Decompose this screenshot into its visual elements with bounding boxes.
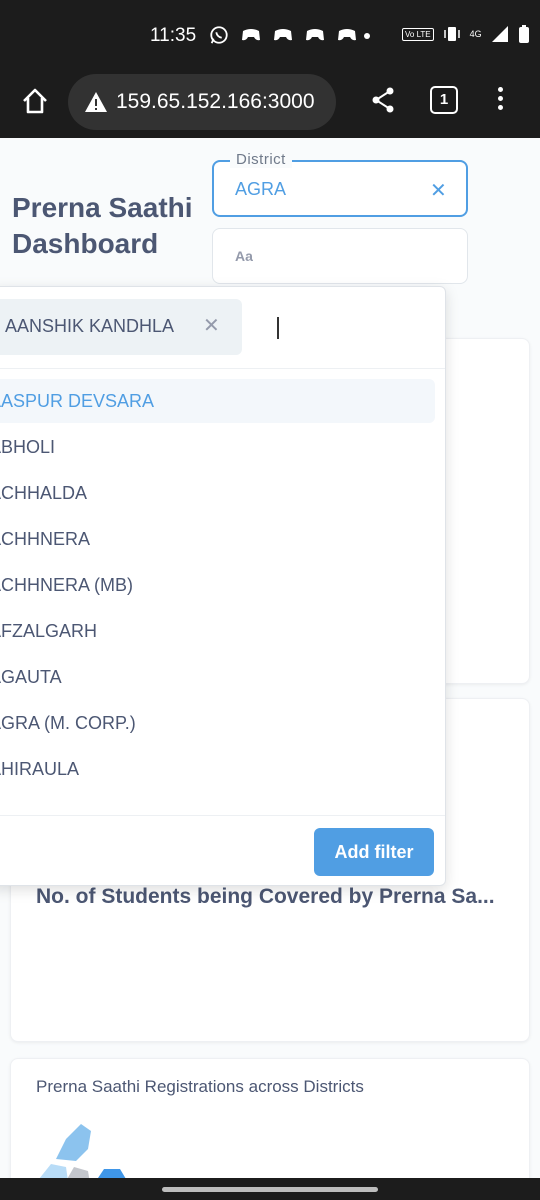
system-icons: Vo LTE 4G xyxy=(402,24,530,44)
vibrate-icon xyxy=(443,27,460,41)
selected-value-chip: AANSHIK KANDHLA ✕ xyxy=(0,299,242,355)
district-filter[interactable]: District AGRA ✕ xyxy=(212,151,468,217)
dashboard-page: Prerna Saathi Dashboard District AGRA ✕ … xyxy=(0,138,540,1178)
volte-icon: Vo LTE xyxy=(402,27,434,41)
option-item[interactable]: AFZALGARH xyxy=(0,609,435,653)
signal-icon xyxy=(491,26,508,42)
option-item[interactable]: AASPUR DEVSARA xyxy=(0,379,435,423)
game-controller-icon xyxy=(306,29,324,41)
district-filter-label: District xyxy=(230,151,292,168)
selected-chip-label: AANSHIK KANDHLA xyxy=(5,316,175,336)
dashboard-card: Prerna Saathi Registrations across Distr… xyxy=(10,1058,530,1178)
game-controller-icon xyxy=(242,29,260,41)
status-bar: 11:35 Vo LTE 4G xyxy=(0,0,540,70)
url-text: 159.65.152.166:3000 xyxy=(116,90,315,113)
students-covered-card-title[interactable]: No. of Students being Covered by Prerna … xyxy=(36,885,495,909)
text-cursor xyxy=(277,317,279,339)
district-map[interactable] xyxy=(36,1119,156,1178)
option-item[interactable]: ACHHNERA (MB) xyxy=(0,563,435,607)
block-filter-placeholder: Aa xyxy=(235,248,253,264)
remove-chip-icon[interactable]: ✕ xyxy=(203,313,220,338)
option-item[interactable]: AGAUTA xyxy=(0,655,435,699)
not-secure-warning-icon[interactable] xyxy=(84,91,108,113)
option-item[interactable]: AGRA (M. CORP.) xyxy=(0,701,435,745)
registrations-card-title[interactable]: Prerna Saathi Registrations across Distr… xyxy=(36,1077,364,1097)
add-filter-button[interactable]: Add filter xyxy=(314,828,434,876)
option-item[interactable]: ABHOLI xyxy=(0,425,435,469)
dropdown-footer: Add filter xyxy=(0,815,445,885)
notification-icons xyxy=(208,25,358,45)
option-item[interactable]: ACHHALDA xyxy=(0,471,435,515)
system-nav-bar xyxy=(0,1178,540,1200)
option-item[interactable]: ACHHNERA xyxy=(0,517,435,561)
gesture-handle[interactable] xyxy=(162,1187,378,1192)
tab-switcher-button[interactable]: 1 xyxy=(430,86,458,114)
option-item[interactable]: AHIRAULA xyxy=(0,747,435,791)
more-notifications-dot xyxy=(364,33,370,39)
whatsapp-icon xyxy=(210,26,228,44)
game-controller-icon xyxy=(274,29,292,41)
network-type-label: 4G xyxy=(469,29,482,39)
browser-toolbar: 159.65.152.166:3000 1 xyxy=(0,70,540,138)
selected-values-area[interactable]: AANSHIK KANDHLA ✕ xyxy=(0,287,445,369)
block-filter[interactable]: Aa xyxy=(212,228,468,284)
battery-icon xyxy=(518,25,529,43)
game-controller-icon xyxy=(338,29,356,41)
block-options-dropdown: AANSHIK KANDHLA ✕ AASPUR DEVSARA ABHOLI … xyxy=(0,286,446,886)
clear-district-icon[interactable]: ✕ xyxy=(430,178,447,203)
district-filter-value: AGRA xyxy=(235,179,287,199)
share-icon[interactable] xyxy=(370,86,396,114)
page-title: Prerna Saathi Dashboard xyxy=(12,192,193,259)
browser-menu-icon[interactable] xyxy=(492,84,508,116)
status-time: 11:35 xyxy=(150,25,197,46)
home-icon[interactable] xyxy=(20,86,50,116)
address-bar[interactable]: 159.65.152.166:3000 xyxy=(68,74,336,130)
